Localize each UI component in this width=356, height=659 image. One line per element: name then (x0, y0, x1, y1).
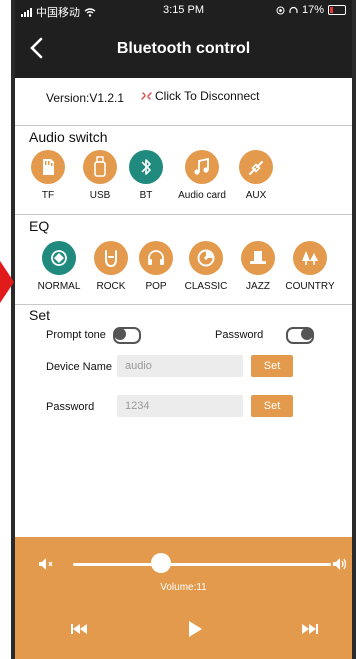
battery-icon (328, 5, 346, 15)
source-label: BT (139, 190, 153, 201)
red-arrow-marker (0, 258, 14, 306)
password-toggle-label: Password (215, 329, 264, 341)
prompt-tone-label: Prompt tone (46, 329, 106, 341)
volume-label: Volume:11 (160, 582, 207, 593)
device-name-input[interactable]: audio (117, 355, 243, 377)
source-label: AUX (245, 190, 267, 201)
volume-slider-knob[interactable] (150, 553, 171, 573)
trees-icon (302, 251, 318, 265)
mute-icon[interactable] (37, 556, 55, 572)
target-icon (51, 250, 67, 266)
eq-label: JAZZ (246, 281, 270, 292)
password-field-label: Password (46, 401, 95, 413)
play-icon[interactable] (187, 620, 203, 638)
speaker-icon[interactable] (331, 556, 349, 572)
app-screen: 中国移动 3:15 PM 17% Bluetooth control Versi… (15, 0, 352, 659)
prompt-tone-toggle[interactable] (113, 327, 141, 344)
eq-label: NORMAL (37, 281, 81, 292)
status-bar: 中国移动 3:15 PM 17% (15, 0, 352, 22)
usb-drive-icon (94, 156, 106, 177)
device-info-row: Version:V1.2.1 Click To Disconnect (15, 78, 352, 116)
set-title: Set (29, 307, 51, 323)
phone-bezel-right (352, 0, 356, 659)
password-toggle[interactable] (286, 327, 314, 344)
version-label: Version:V1.2.1 (46, 91, 125, 105)
source-bt[interactable]: BT (116, 150, 176, 201)
divider (15, 304, 352, 305)
phone-bezel-left (0, 0, 15, 659)
source-label: Audio card (178, 190, 226, 201)
source-label: TF (41, 190, 55, 201)
nav-bar: Bluetooth control (15, 22, 352, 78)
eq-label: CLASSIC (184, 281, 228, 292)
eq-normal[interactable]: NORMAL (29, 241, 89, 292)
eq-country[interactable]: COUNTRY (280, 241, 340, 292)
disc-icon (197, 249, 215, 267)
device-name-label: Device Name (46, 361, 113, 373)
bluetooth-icon (141, 159, 151, 175)
eq-title: EQ (29, 218, 50, 234)
aux-cable-icon (249, 161, 263, 175)
unlink-icon (141, 92, 152, 100)
disconnect-button[interactable]: Click To Disconnect (140, 89, 259, 103)
previous-track-icon[interactable] (70, 623, 88, 635)
location-icon (276, 6, 285, 14)
eq-jazz[interactable]: JAZZ (228, 241, 288, 292)
next-track-icon[interactable] (301, 623, 319, 635)
headphones-status-icon (289, 6, 298, 13)
divider (15, 214, 352, 215)
battery-percent: 17% (301, 4, 324, 16)
hat-icon (250, 251, 266, 264)
eq-label: COUNTRY (285, 281, 335, 292)
disconnect-label: Click To Disconnect (155, 89, 260, 103)
volume-slider[interactable] (73, 563, 331, 566)
divider (15, 125, 352, 126)
source-tf[interactable]: TF (18, 150, 78, 201)
device-name-set-button[interactable]: Set (251, 355, 293, 377)
player-panel: Volume:11 (15, 537, 352, 659)
password-set-button[interactable]: Set (251, 395, 293, 417)
rock-hand-icon (105, 250, 117, 268)
audio-switch-title: Audio switch (29, 129, 108, 145)
music-note-icon (194, 157, 209, 175)
source-audio-card[interactable]: Audio card (172, 150, 232, 201)
password-input[interactable]: 1234 (117, 395, 243, 417)
sd-card-icon (43, 159, 54, 175)
headphones-icon (148, 250, 164, 265)
page-title: Bluetooth control (116, 40, 251, 57)
eq-classic[interactable]: CLASSIC (176, 241, 236, 292)
source-aux[interactable]: AUX (226, 150, 286, 201)
